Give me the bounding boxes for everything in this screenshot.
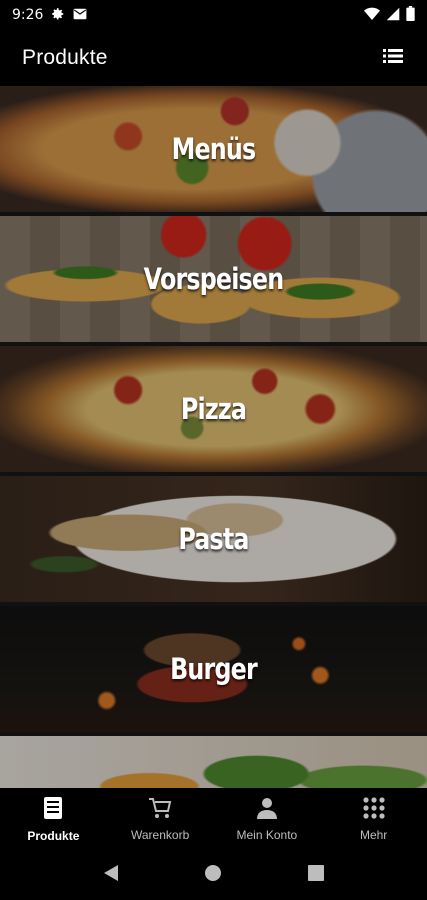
category-menus[interactable]: Menüs xyxy=(0,86,427,212)
nav-label: Produkte xyxy=(27,828,80,843)
cart-icon xyxy=(148,797,172,824)
nav-label: Mehr xyxy=(359,827,388,842)
category-vorspeisen[interactable]: Vorspeisen xyxy=(0,216,427,342)
category-list: Menüs Vorspeisen Pizza Pasta Burger xyxy=(0,86,427,788)
wifi-icon xyxy=(364,7,380,24)
category-label: Vorspeisen xyxy=(143,262,284,296)
settings-gear-icon xyxy=(51,7,65,24)
nav-item-mehr[interactable]: Mehr xyxy=(320,788,427,850)
category-burger[interactable]: Burger xyxy=(0,606,427,732)
category-label xyxy=(38,736,388,788)
person-icon xyxy=(256,797,278,824)
app-bar: Produkte xyxy=(0,30,427,86)
category-label: Menüs xyxy=(171,132,257,166)
battery-icon xyxy=(406,6,415,24)
menu-card-icon xyxy=(43,796,63,825)
recents-icon[interactable] xyxy=(308,864,325,886)
list-view-button[interactable] xyxy=(381,46,405,70)
category-salad[interactable] xyxy=(0,736,427,788)
category-pizza[interactable]: Pizza xyxy=(0,346,427,472)
mail-icon xyxy=(73,7,87,23)
category-label: Burger xyxy=(170,652,258,686)
system-navigation-bar xyxy=(0,850,427,900)
nav-item-warenkorb[interactable]: Warenkorb xyxy=(107,788,214,850)
page-title: Produkte xyxy=(22,46,108,69)
list-icon xyxy=(383,48,403,69)
bottom-navigation: Produkte Warenkorb Mein Konto Mehr xyxy=(0,788,427,850)
status-time: 9:26 xyxy=(12,7,44,23)
nav-item-mein-konto[interactable]: Mein Konto xyxy=(214,788,321,850)
back-icon[interactable] xyxy=(103,864,119,887)
nav-item-produkte[interactable]: Produkte xyxy=(0,788,107,850)
nav-label: Warenkorb xyxy=(131,827,190,842)
category-pasta[interactable]: Pasta xyxy=(0,476,427,602)
category-label: Pasta xyxy=(178,522,249,556)
signal-icon xyxy=(386,7,400,24)
category-label: Pizza xyxy=(180,392,247,426)
status-bar: 9:26 xyxy=(0,0,427,30)
nav-label: Mein Konto xyxy=(236,827,298,842)
home-icon[interactable] xyxy=(204,864,222,887)
grid-icon xyxy=(363,796,385,824)
